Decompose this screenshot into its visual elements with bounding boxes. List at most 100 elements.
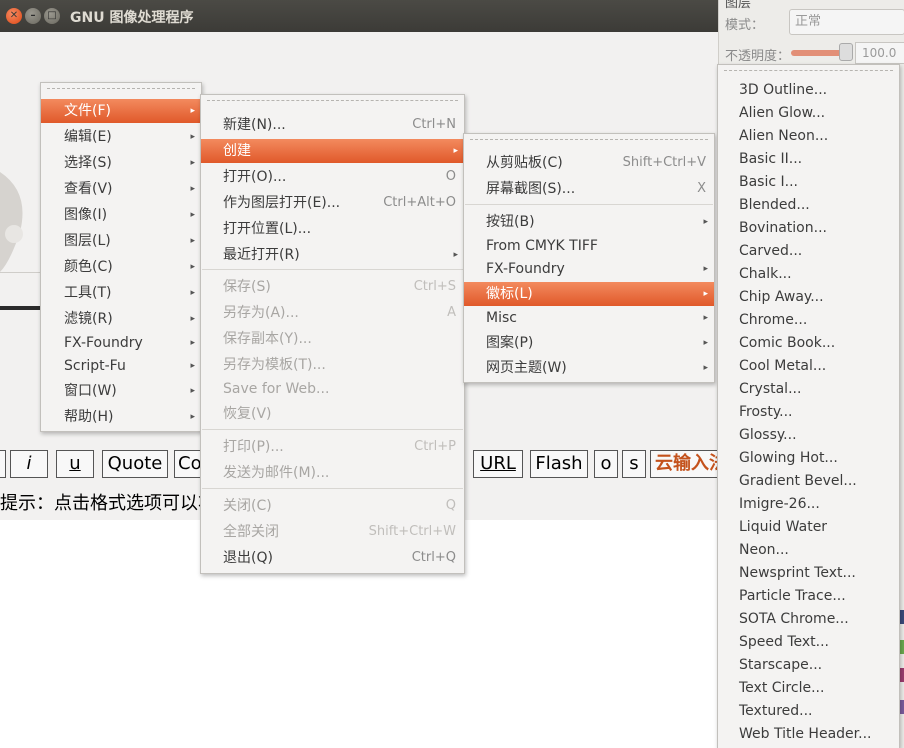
menu-item-3d-outline[interactable]: 3D Outline... <box>718 79 899 102</box>
menu-item-编辑-e[interactable]: 编辑(E) ▸ <box>41 125 201 149</box>
divider <box>0 272 40 273</box>
menu-item-label: Crystal... <box>739 381 802 397</box>
dock-title: 图层 <box>725 0 752 11</box>
menu-item-图像-i[interactable]: 图像(I) ▸ <box>41 203 201 227</box>
menu-item-颜色-c[interactable]: 颜色(C) ▸ <box>41 255 201 279</box>
menu-item-label: 窗口(W) <box>64 383 117 399</box>
menu-item-label: 文件(F) <box>64 103 111 119</box>
menu-item-cool-metal[interactable]: Cool Metal... <box>718 355 899 378</box>
opacity-slider-handle[interactable] <box>839 43 853 61</box>
menu-item-imigre-26[interactable]: Imigre-26... <box>718 493 899 516</box>
menu-item-web-title-header[interactable]: Web Title Header... <box>718 723 899 746</box>
menu-item-gradient-bevel[interactable]: Gradient Bevel... <box>718 470 899 493</box>
menu-item-fx-foundry[interactable]: FX-Foundry ▸ <box>464 257 714 281</box>
menu-item-退出-q[interactable]: 退出(Q) Ctrl+Q <box>201 546 464 570</box>
menu-item-文件-f[interactable]: 文件(F) ▸ <box>41 99 201 123</box>
menu-item-滤镜-r[interactable]: 滤镜(R) ▸ <box>41 307 201 331</box>
chevron-right-icon: ▸ <box>703 289 708 299</box>
menu-item-label: Liquid Water <box>739 519 828 535</box>
menu-item-alien-glow[interactable]: Alien Glow... <box>718 102 899 125</box>
tearoff-line[interactable] <box>47 88 195 89</box>
menu-item-basic-ii[interactable]: Basic II... <box>718 148 899 171</box>
menu-item-fx-foundry[interactable]: FX-Foundry ▸ <box>41 331 201 355</box>
menu-item-basic-i[interactable]: Basic I... <box>718 171 899 194</box>
format-button-o[interactable]: o <box>594 450 618 478</box>
menu-item-bovination[interactable]: Bovination... <box>718 217 899 240</box>
menu-item-作为图层打开-e[interactable]: 作为图层打开(E)... Ctrl+Alt+O <box>201 191 464 215</box>
menu-item-label: 打印(P)... <box>223 439 284 455</box>
menu-item-打开位置-l[interactable]: 打开位置(L)... <box>201 217 464 241</box>
menu-item-chrome[interactable]: Chrome... <box>718 309 899 332</box>
format-button-underline[interactable]: u <box>56 450 94 478</box>
menu-item-newsprint-text[interactable]: Newsprint Text... <box>718 562 899 585</box>
menu-item-创建[interactable]: 创建 ▸ <box>201 139 464 163</box>
format-button-bold[interactable] <box>0 450 6 478</box>
menu-item-crystal[interactable]: Crystal... <box>718 378 899 401</box>
menu-item-最近打开-r[interactable]: 最近打开(R) ▸ <box>201 243 464 267</box>
close-window-button[interactable]: ✕ <box>6 8 22 24</box>
menu-item-frosty[interactable]: Frosty... <box>718 401 899 424</box>
menu-item-帮助-h[interactable]: 帮助(H) ▸ <box>41 405 201 429</box>
menu-item-label: 从剪贴板(C) <box>486 155 563 171</box>
minimize-window-button[interactable]: – <box>25 8 41 24</box>
menu-item-图案-p[interactable]: 图案(P) ▸ <box>464 331 714 355</box>
menu-item-label: 另存为(A)... <box>223 305 299 321</box>
format-button-flash[interactable]: Flash <box>530 450 588 478</box>
menu-item-liquid-water[interactable]: Liquid Water <box>718 516 899 539</box>
menu-item-工具-t[interactable]: 工具(T) ▸ <box>41 281 201 305</box>
menu-item-查看-v[interactable]: 查看(V) ▸ <box>41 177 201 201</box>
cloud-input-button[interactable]: 云输入法 <box>650 450 718 478</box>
menu-item-从剪贴板-c[interactable]: 从剪贴板(C) Shift+Ctrl+V <box>464 151 714 175</box>
menu-item-glowing-hot[interactable]: Glowing Hot... <box>718 447 899 470</box>
menu-item-屏幕截图-s[interactable]: 屏幕截图(S)... X <box>464 177 714 201</box>
menu-item-新建-n[interactable]: 新建(N)... Ctrl+N <box>201 113 464 137</box>
maximize-window-button[interactable]: □ <box>44 8 60 24</box>
menu-item-neon[interactable]: Neon... <box>718 539 899 562</box>
menu-item-sota-chrome[interactable]: SOTA Chrome... <box>718 608 899 631</box>
menu-item-comic-book[interactable]: Comic Book... <box>718 332 899 355</box>
format-button-url[interactable]: URL <box>473 450 523 478</box>
menu-item-选择-s[interactable]: 选择(S) ▸ <box>41 151 201 175</box>
menu-item-text-circle[interactable]: Text Circle... <box>718 677 899 700</box>
menu-item-label: Neon... <box>739 542 789 558</box>
menu-item-chalk[interactable]: Chalk... <box>718 263 899 286</box>
menu-item-blended[interactable]: Blended... <box>718 194 899 217</box>
menu-item-网页主题-w[interactable]: 网页主题(W) ▸ <box>464 356 714 380</box>
tearoff-line[interactable] <box>207 100 458 101</box>
opacity-value-field[interactable]: 100.0 <box>855 42 904 64</box>
menu-item-textured[interactable]: Textured... <box>718 700 899 723</box>
menu-item-图层-l[interactable]: 图层(L) ▸ <box>41 229 201 253</box>
main-menu: 文件(F) ▸ 编辑(E) ▸ 选择(S) ▸ 查看(V) ▸ 图像(I) ▸ 图层(L) ▸ 颜色(C… <box>40 82 202 432</box>
format-button-italic[interactable]: i <box>10 450 48 478</box>
menu-item-alien-neon[interactable]: Alien Neon... <box>718 125 899 148</box>
menu-item-starscape[interactable]: Starscape... <box>718 654 899 677</box>
menu-item-徽标-l[interactable]: 徽标(L) ▸ <box>464 282 714 306</box>
logos-submenu: 3D Outline... Alien Glow... Alien Neon... B… <box>717 64 900 748</box>
menu-item-label: 徽标(L) <box>486 286 533 302</box>
menu-item-shortcut: Ctrl+P <box>414 439 456 454</box>
chevron-right-icon: ▸ <box>703 313 708 323</box>
format-button-s[interactable]: s <box>622 450 646 478</box>
menu-item-particle-trace[interactable]: Particle Trace... <box>718 585 899 608</box>
menu-item-label: 作为图层打开(E)... <box>223 195 341 211</box>
chevron-right-icon: ▸ <box>190 412 195 422</box>
menu-item-misc[interactable]: Misc ▸ <box>464 306 714 330</box>
menu-item-from-cmyk-tiff[interactable]: From CMYK TIFF <box>464 234 714 258</box>
menu-item-carved[interactable]: Carved... <box>718 240 899 263</box>
menu-item-glossy[interactable]: Glossy... <box>718 424 899 447</box>
menu-item-label: 滤镜(R) <box>64 311 113 327</box>
menu-item-script-fu[interactable]: Script-Fu ▸ <box>41 354 201 378</box>
format-button-quote[interactable]: Quote <box>102 450 168 478</box>
chevron-right-icon: ▸ <box>703 363 708 373</box>
menu-item-打开-o[interactable]: 打开(O)... O <box>201 165 464 189</box>
tearoff-line[interactable] <box>470 139 708 140</box>
menu-item-label: 打开(O)... <box>223 169 287 185</box>
menu-separator <box>202 429 463 430</box>
menu-item-chip-away[interactable]: Chip Away... <box>718 286 899 309</box>
menu-item-按钮-b[interactable]: 按钮(B) ▸ <box>464 210 714 234</box>
mode-select[interactable]: 正常 <box>789 9 904 35</box>
menu-item-shortcut: Shift+Ctrl+W <box>368 524 456 539</box>
menu-item-speed-text[interactable]: Speed Text... <box>718 631 899 654</box>
tearoff-line[interactable] <box>724 70 893 71</box>
menu-item-窗口-w[interactable]: 窗口(W) ▸ <box>41 379 201 403</box>
